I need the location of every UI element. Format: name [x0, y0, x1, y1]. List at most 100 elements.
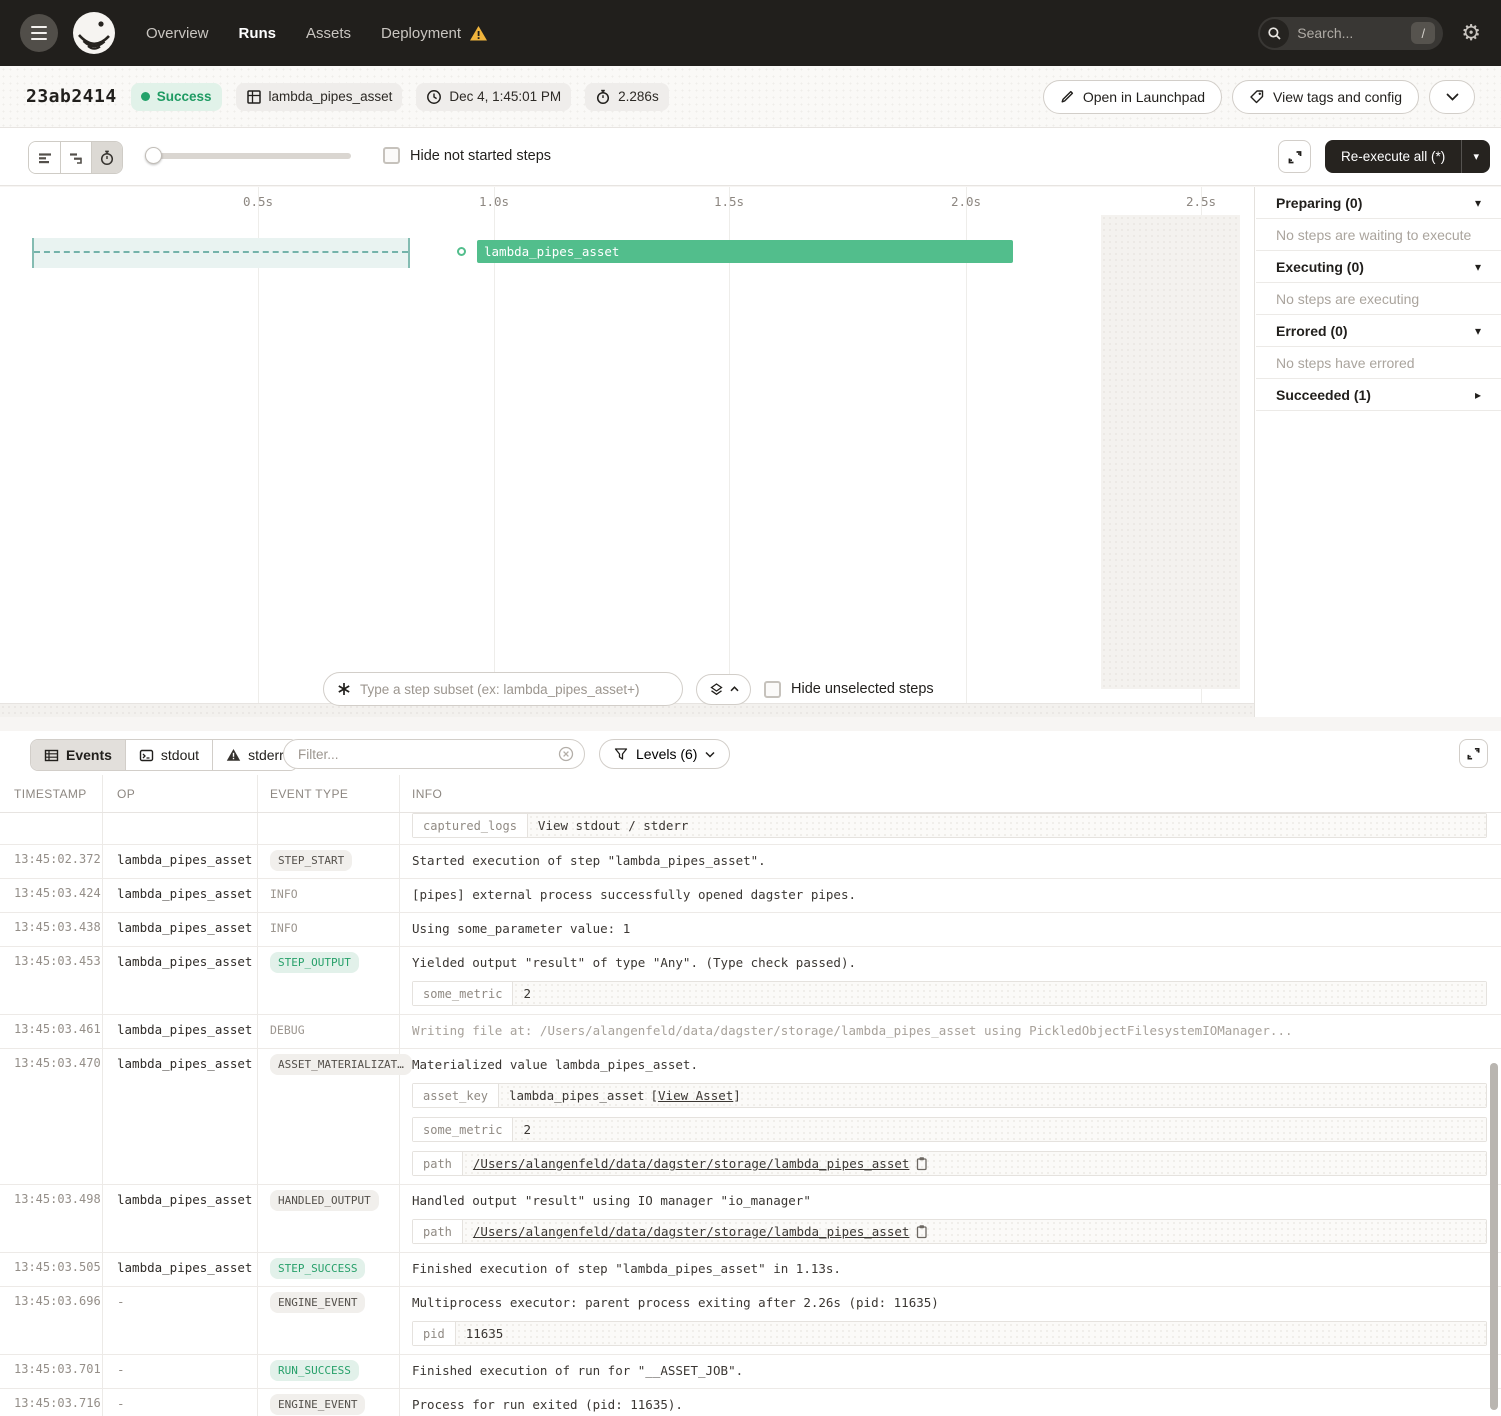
dagster-logo-icon[interactable]: [72, 11, 116, 55]
clear-filter-icon[interactable]: [558, 746, 574, 762]
gantt-bottom-controls: Hide unselected steps: [323, 672, 934, 706]
events-panel: Events stdout stderr: [0, 731, 1501, 1416]
log-filter-input[interactable]: [298, 747, 550, 762]
tab-stdout[interactable]: stdout: [125, 740, 212, 770]
step-subset-input[interactable]: [360, 682, 670, 697]
zoom-slider-handle[interactable]: [145, 147, 162, 164]
gantt-panel: 0.5s 1.0s 1.5s 2.0s 2.5s lambda_pipes_as…: [0, 187, 1501, 717]
gear-icon[interactable]: ⚙: [1461, 22, 1481, 44]
events-fullscreen-button[interactable]: [1459, 739, 1488, 768]
view-stdout-stderr-link[interactable]: View stdout / stderr: [538, 818, 689, 833]
sidebar-section-succeeded[interactable]: Succeeded (1) ▸: [1256, 379, 1501, 411]
gantt-toolbar: Hide not started steps Re-execute all (*…: [0, 128, 1501, 186]
log-row: 13:45:03.424 lambda_pipes_asset INFO [pi…: [0, 879, 1501, 913]
start-time-badge: Dec 4, 1:45:01 PM: [416, 83, 571, 111]
log-filter-control[interactable]: [283, 739, 585, 769]
terminal-icon: [139, 748, 154, 763]
graph-query-toggle-button[interactable]: [696, 674, 751, 705]
event-type-badge: ASSET_MATERIALIZAT…: [270, 1054, 412, 1075]
column-header-op: OP: [103, 775, 258, 812]
hide-unselected-checkbox[interactable]: [764, 681, 781, 698]
nav-item-deployment[interactable]: Deployment: [381, 25, 488, 42]
gantt-fullscreen-button[interactable]: [1278, 140, 1311, 173]
events-vertical-scrollbar[interactable]: [1490, 1063, 1498, 1410]
hamburger-menu-button[interactable]: [20, 14, 58, 52]
search-shortcut-badge: /: [1411, 22, 1435, 44]
axis-tick: 0.5s: [243, 194, 273, 209]
sidebar-caption: No steps are waiting to execute: [1256, 219, 1501, 251]
column-header-info: INFO: [400, 775, 1501, 812]
layers-icon: [709, 682, 724, 697]
event-type-label: DEBUG: [270, 1020, 305, 1037]
copy-icon[interactable]: [915, 1156, 928, 1171]
chevron-down-icon: [705, 751, 715, 758]
levels-dropdown-button[interactable]: Levels (6): [599, 739, 730, 769]
log-row: 13:45:03.438 lambda_pipes_asset INFO Usi…: [0, 913, 1501, 947]
warning-icon: [469, 25, 488, 42]
column-header-event-type: EVENT TYPE: [258, 775, 400, 812]
view-mode-timed-button[interactable]: [91, 142, 122, 173]
events-controls: Events stdout stderr: [0, 731, 1501, 775]
sidebar-caption: No steps are executing: [1256, 283, 1501, 315]
tab-events[interactable]: Events: [31, 740, 125, 770]
nav-item-runs[interactable]: Runs: [239, 25, 277, 42]
open-in-launchpad-button[interactable]: Open in Launchpad: [1043, 80, 1222, 114]
run-header: 23ab2414 Success lambda_pipes_asset Dec …: [0, 66, 1501, 128]
global-search[interactable]: /: [1258, 17, 1443, 50]
hide-not-started-label: Hide not started steps: [410, 148, 551, 164]
search-input[interactable]: [1289, 25, 1411, 41]
caret-right-icon: ▸: [1475, 388, 1481, 402]
sidebar-section-executing[interactable]: Executing (0) ▾: [1256, 251, 1501, 283]
chevron-down-icon: [1446, 93, 1459, 101]
reexecute-all-button[interactable]: Re-execute all (*): [1325, 140, 1461, 173]
reexecute-caret-button[interactable]: ▾: [1461, 140, 1490, 173]
gridline: [494, 187, 495, 717]
column-header-timestamp: TIMESTAMP: [0, 775, 103, 812]
zoom-slider[interactable]: [145, 153, 351, 159]
chevron-up-icon: [730, 686, 739, 692]
axis-tick: 1.5s: [714, 194, 744, 209]
view-mode-waterfall-button[interactable]: [60, 142, 91, 173]
log-row: 13:45:03.696 - ENGINE_EVENT Multiprocess…: [0, 1287, 1501, 1355]
path-link[interactable]: /Users/alangenfeld/data/dagster/storage/…: [473, 1224, 910, 1239]
status-badge[interactable]: Success: [131, 83, 222, 111]
event-type-label: INFO: [270, 918, 298, 935]
log-row: 13:45:02.372 lambda_pipes_asset STEP_STA…: [0, 845, 1501, 879]
event-tag: pid 11635: [412, 1321, 1487, 1346]
event-tag: some_metric 2: [412, 1117, 1487, 1142]
hide-unselected-label: Hide unselected steps: [791, 681, 934, 697]
error-triangle-icon: [226, 748, 241, 762]
run-id: 23ab2414: [26, 86, 117, 107]
view-tags-config-button[interactable]: View tags and config: [1232, 80, 1419, 114]
dagster-run-page: Overview Runs Assets Deployment / ⚙ 23ab…: [0, 0, 1501, 1416]
view-asset-link[interactable]: View Asset: [658, 1088, 733, 1103]
status-dot-icon: [141, 92, 150, 101]
event-type-label: INFO: [270, 884, 298, 901]
event-log-table: TIMESTAMP OP EVENT TYPE INFO captured_lo…: [0, 775, 1501, 1416]
nav-links: Overview Runs Assets Deployment: [146, 25, 488, 42]
job-badge[interactable]: lambda_pipes_asset: [236, 83, 403, 111]
nav-item-assets[interactable]: Assets: [306, 25, 351, 42]
copy-icon[interactable]: [915, 1224, 928, 1239]
path-link[interactable]: /Users/alangenfeld/data/dagster/storage/…: [473, 1156, 910, 1171]
nav-right: / ⚙: [1258, 17, 1481, 50]
event-type-badge: RUN_SUCCESS: [270, 1360, 359, 1381]
nav-item-overview[interactable]: Overview: [146, 25, 209, 42]
clock-icon: [426, 89, 442, 105]
gantt-step-bar[interactable]: lambda_pipes_asset: [477, 240, 1013, 263]
stopwatch-icon: [595, 89, 611, 105]
event-type-badge: STEP_SUCCESS: [270, 1258, 365, 1279]
log-row: 13:45:03.498 lambda_pipes_asset HANDLED_…: [0, 1185, 1501, 1253]
gantt-chart: 0.5s 1.0s 1.5s 2.0s 2.5s lambda_pipes_as…: [0, 187, 1255, 717]
log-row: 13:45:03.453 lambda_pipes_asset STEP_OUT…: [0, 947, 1501, 1015]
sidebar-section-preparing[interactable]: Preparing (0) ▾: [1256, 187, 1501, 219]
op-selector-icon: [336, 681, 352, 697]
hide-not-started-checkbox[interactable]: [383, 147, 400, 164]
sidebar-section-errored[interactable]: Errored (0) ▾: [1256, 315, 1501, 347]
event-tag: path /Users/alangenfeld/data/dagster/sto…: [412, 1219, 1487, 1244]
log-row: 13:45:03.716 - ENGINE_EVENT Process for …: [0, 1389, 1501, 1416]
gridline: [729, 187, 730, 717]
step-subset-control[interactable]: [323, 672, 683, 706]
view-mode-flat-button[interactable]: [29, 142, 60, 173]
run-actions-chevron-button[interactable]: [1429, 80, 1475, 114]
